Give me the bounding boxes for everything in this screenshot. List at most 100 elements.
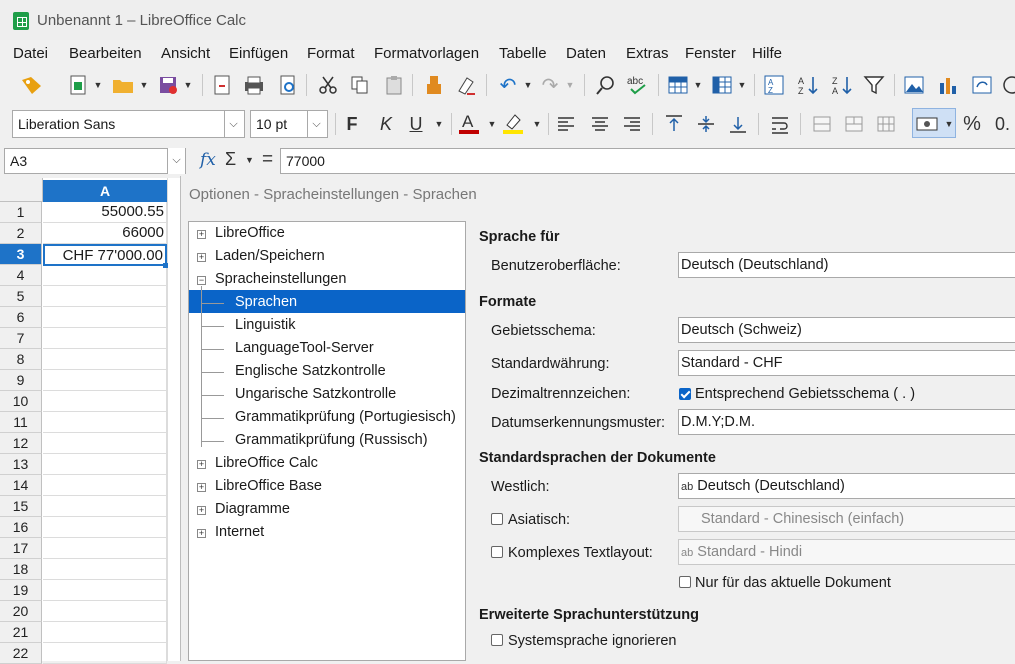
- tree-child-item[interactable]: Grammatikprüfung (Portugiesisch): [235, 409, 456, 425]
- empty-cell[interactable]: [43, 622, 167, 643]
- empty-cell[interactable]: [43, 328, 167, 349]
- undo-icon[interactable]: ↶: [496, 73, 520, 97]
- menu-ansicht[interactable]: Ansicht: [161, 45, 210, 62]
- clear-formatting-icon[interactable]: [454, 73, 478, 97]
- tree-item[interactable]: LibreOffice Base: [215, 478, 322, 494]
- insert-image-icon[interactable]: [902, 73, 926, 97]
- empty-cell[interactable]: [43, 580, 167, 601]
- row-header[interactable]: 3: [0, 244, 42, 265]
- spreadsheet-grid[interactable]: A 1 2 3 4 5 6 7 8 9 10 11 12 13 14 15 16 17 18 19 20 21 22 55…: [0, 178, 181, 664]
- row-header[interactable]: 5: [0, 286, 42, 307]
- column-icon[interactable]: [710, 73, 734, 97]
- sort-ascending-icon[interactable]: AZ: [796, 73, 820, 97]
- row-header[interactable]: 8: [0, 349, 42, 370]
- collapse-icon[interactable]: −: [197, 276, 206, 285]
- align-middle-icon[interactable]: [694, 112, 718, 136]
- insert-chart-icon[interactable]: [936, 73, 960, 97]
- formula-input[interactable]: 77000: [280, 148, 1015, 174]
- tree-child-item[interactable]: Ungarische Satzkontrolle: [235, 386, 396, 402]
- copy-icon[interactable]: [348, 73, 372, 97]
- empty-cell[interactable]: [43, 307, 167, 328]
- ctl-checkbox[interactable]: [491, 546, 503, 558]
- ctl-label[interactable]: Komplexes Textlayout:: [508, 545, 653, 561]
- sort-icon[interactable]: AZ: [762, 73, 786, 97]
- save-dropdown-icon[interactable]: ▼: [182, 73, 194, 97]
- row-header[interactable]: 14: [0, 475, 42, 496]
- cell-a1[interactable]: 55000.55: [43, 202, 167, 223]
- menu-datei[interactable]: Datei: [13, 45, 48, 62]
- corner-select-all[interactable]: [0, 178, 43, 202]
- currency-select[interactable]: Standard - CHF: [678, 350, 1015, 376]
- tree-item[interactable]: Laden/Speichern: [215, 248, 325, 264]
- tree-child-item[interactable]: Grammatikprüfung (Russisch): [235, 432, 428, 448]
- empty-cell[interactable]: [43, 412, 167, 433]
- row-header[interactable]: 17: [0, 538, 42, 559]
- name-box[interactable]: A3: [4, 148, 186, 174]
- sort-descending-icon[interactable]: ZA: [830, 73, 854, 97]
- menu-einfuegen[interactable]: Einfügen: [229, 45, 288, 62]
- italic-button[interactable]: K: [374, 112, 398, 136]
- highlight-color-icon[interactable]: [500, 111, 526, 135]
- font-name-field[interactable]: Liberation Sans: [12, 110, 245, 138]
- open-dropdown-icon[interactable]: ▼: [138, 73, 150, 97]
- menu-bearbeiten[interactable]: Bearbeiten: [69, 45, 142, 62]
- row-header[interactable]: 12: [0, 433, 42, 454]
- currency-dropdown-icon[interactable]: ▼: [942, 112, 956, 136]
- sum-dropdown-icon[interactable]: ▼: [245, 155, 254, 165]
- name-box-dropdown-icon[interactable]: ⌵: [167, 148, 185, 174]
- autofilter-icon[interactable]: [862, 73, 886, 97]
- print-preview-icon[interactable]: [276, 73, 300, 97]
- row-header[interactable]: 10: [0, 391, 42, 412]
- row-header[interactable]: 1: [0, 202, 42, 223]
- empty-cell[interactable]: [43, 475, 167, 496]
- menu-hilfe[interactable]: Hilfe: [752, 45, 782, 62]
- row-header[interactable]: 19: [0, 580, 42, 601]
- tree-child-item[interactable]: LanguageTool-Server: [235, 340, 374, 356]
- tree-child-item[interactable]: Linguistik: [235, 317, 295, 333]
- cell-a3-selected[interactable]: CHF 77'000.00: [43, 244, 167, 266]
- row-header[interactable]: 15: [0, 496, 42, 517]
- row-header[interactable]: 20: [0, 601, 42, 622]
- tree-item[interactable]: LibreOffice Calc: [215, 455, 318, 471]
- decimal-separator-checkbox[interactable]: [679, 388, 691, 400]
- empty-cell[interactable]: [43, 559, 167, 580]
- date-pattern-input[interactable]: D.M.Y;D.M.: [678, 409, 1015, 435]
- tree-item[interactable]: LibreOffice: [215, 225, 285, 241]
- column-header-a[interactable]: A: [43, 180, 167, 202]
- menu-formatvorlagen[interactable]: Formatvorlagen: [374, 45, 479, 62]
- tree-item[interactable]: Spracheinstellungen: [215, 271, 346, 287]
- decimal-separator-check-label[interactable]: Entsprechend Gebietsschema ( . ): [695, 386, 915, 402]
- font-color-icon[interactable]: A: [456, 111, 482, 135]
- save-icon[interactable]: [156, 73, 180, 97]
- highlight-dropdown-icon[interactable]: ▼: [530, 112, 544, 136]
- new-document-icon[interactable]: [66, 73, 90, 97]
- formula-icon[interactable]: =: [262, 149, 273, 171]
- row-header[interactable]: 16: [0, 517, 42, 538]
- empty-cell[interactable]: [43, 538, 167, 559]
- empty-cell[interactable]: [43, 349, 167, 370]
- row-dropdown-icon[interactable]: ▼: [692, 73, 704, 97]
- underline-dropdown-icon[interactable]: ▼: [432, 112, 446, 136]
- fill-handle[interactable]: [163, 263, 168, 268]
- function-wizard-icon[interactable]: fx: [200, 150, 216, 170]
- ui-language-select[interactable]: Deutsch (Deutschland): [678, 252, 1015, 278]
- print-icon[interactable]: [242, 73, 266, 97]
- row-header[interactable]: 4: [0, 265, 42, 286]
- empty-cell[interactable]: [43, 370, 167, 391]
- special-character-icon[interactable]: [1000, 73, 1015, 97]
- asian-label[interactable]: Asiatisch:: [508, 512, 570, 528]
- bold-button[interactable]: F: [340, 112, 364, 136]
- row-header[interactable]: 13: [0, 454, 42, 475]
- menu-format[interactable]: Format: [307, 45, 355, 62]
- row-header[interactable]: 2: [0, 223, 42, 244]
- export-pdf-icon[interactable]: [210, 73, 234, 97]
- paste-icon[interactable]: [382, 73, 406, 97]
- row-header[interactable]: 11: [0, 412, 42, 433]
- row-header[interactable]: 9: [0, 370, 42, 391]
- open-folder-icon[interactable]: [110, 73, 136, 97]
- align-bottom-icon[interactable]: [726, 112, 750, 136]
- tree-child-item[interactable]: Sprachen: [235, 294, 297, 310]
- empty-cell[interactable]: [43, 286, 167, 307]
- align-left-icon[interactable]: [554, 112, 578, 136]
- cell-a2[interactable]: 66000: [43, 223, 167, 244]
